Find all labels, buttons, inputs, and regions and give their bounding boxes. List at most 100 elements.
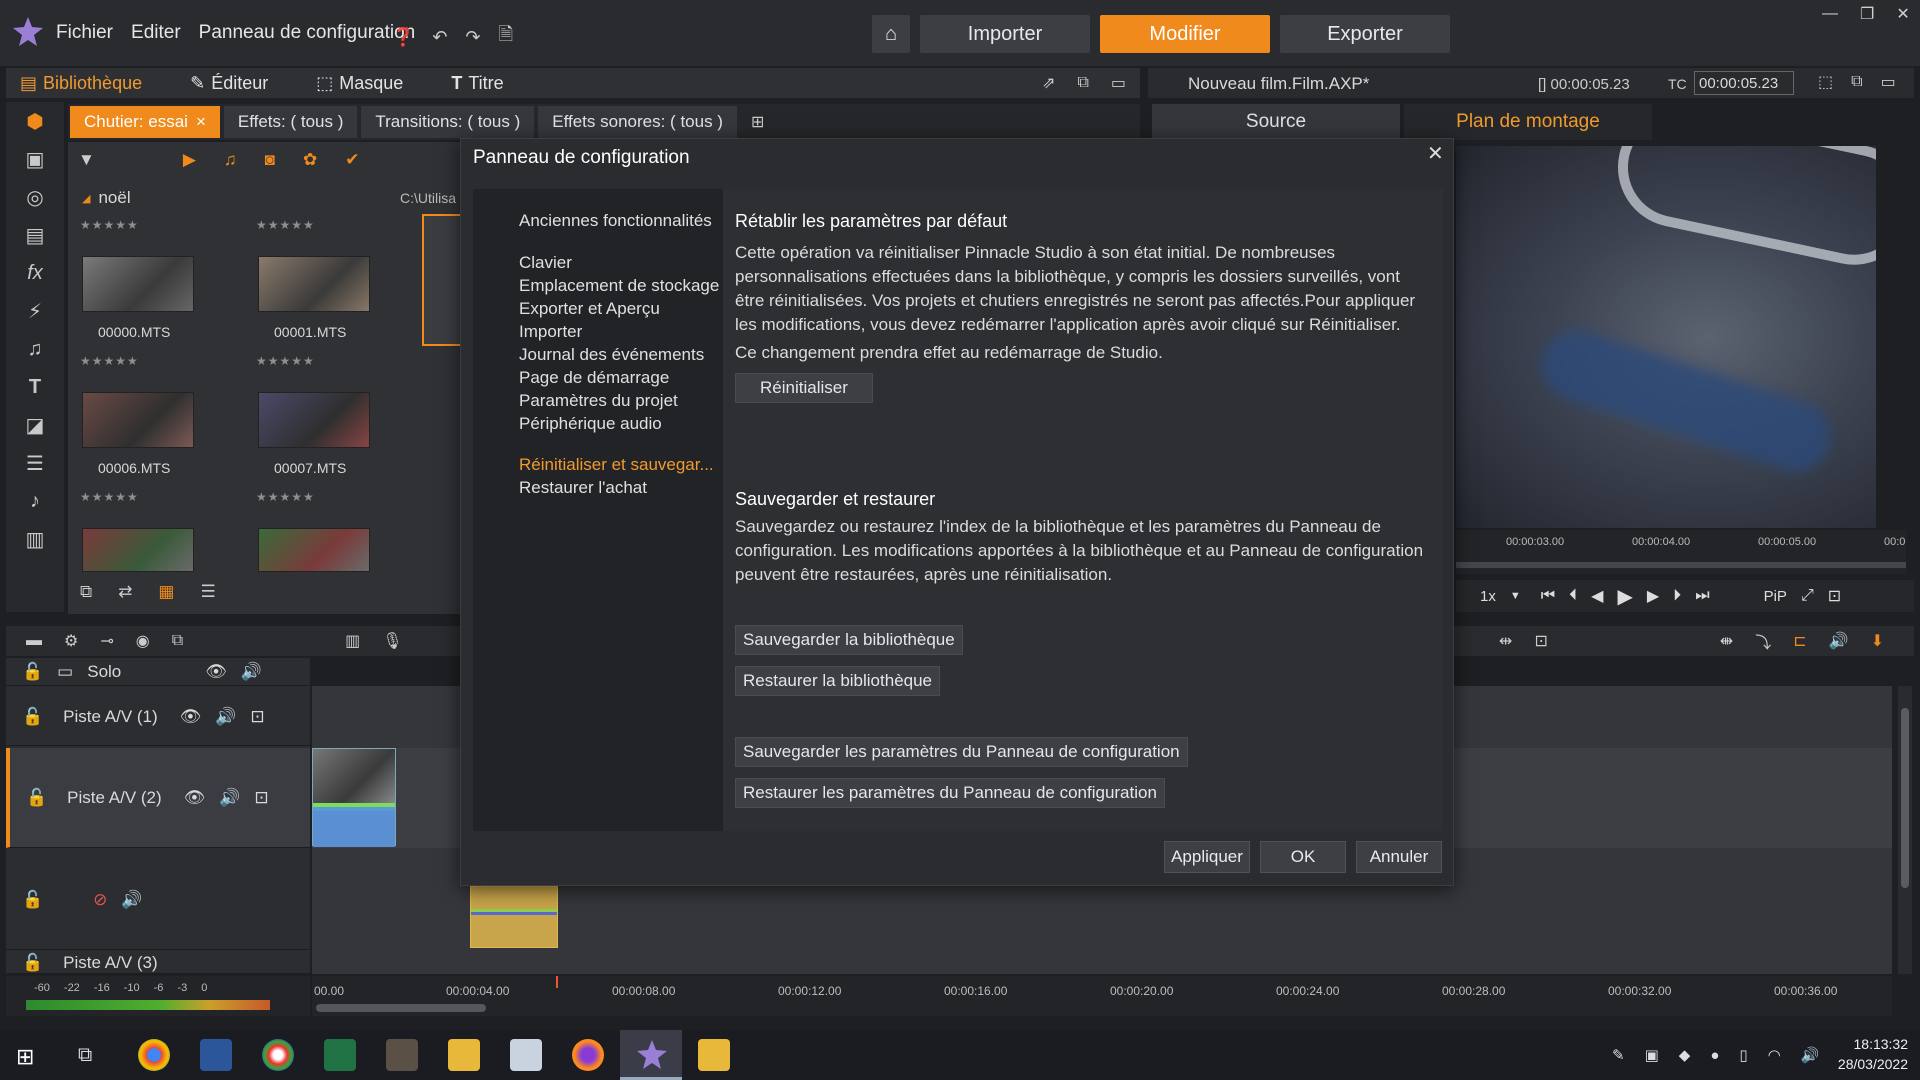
menu-editer[interactable]: Editer: [131, 22, 181, 44]
reset-button[interactable]: Réinitialiser: [735, 373, 873, 403]
timeline-view-icon[interactable]: ▬: [26, 632, 42, 650]
solo-label[interactable]: Solo: [87, 662, 121, 682]
transition-icon[interactable]: ◪: [6, 406, 64, 444]
color-app-icon[interactable]: [262, 1039, 294, 1071]
project-filter-icon[interactable]: ✿: [303, 150, 317, 170]
tray-icon[interactable]: ✎: [1612, 1046, 1625, 1064]
chrome-icon[interactable]: [138, 1039, 170, 1071]
speaker-icon[interactable]: 🔊: [215, 707, 236, 727]
timeline-hscroll[interactable]: [316, 1004, 486, 1012]
word-icon[interactable]: [200, 1039, 232, 1071]
usb-icon[interactable]: ▯: [1739, 1046, 1747, 1064]
play-icon[interactable]: ▶: [1617, 584, 1632, 609]
timeline-clip[interactable]: [312, 748, 396, 847]
timeline-ruler[interactable]: 00.00 00:00:04.00 00:00:08.00 00:00:12.0…: [312, 976, 1892, 1016]
external-view-icon[interactable]: ⬚: [1818, 72, 1833, 92]
nav-parametres-du-projet[interactable]: Paramètres du projet: [519, 391, 678, 411]
fit-icon[interactable]: ⇹: [1499, 631, 1512, 651]
clip-thumbnail[interactable]: [258, 256, 370, 312]
audio-icon[interactable]: ♪: [6, 482, 64, 520]
microphone-icon[interactable]: 🎙: [382, 631, 402, 651]
titles-icon[interactable]: T: [6, 368, 64, 406]
lock-icon[interactable]: 🔓: [22, 662, 43, 682]
track-header[interactable]: 🔓 ⊘ 🔊: [6, 850, 310, 950]
menu-panneau-de-configuration[interactable]: Panneau de configuration: [199, 22, 416, 44]
pinnacle-task-icon[interactable]: [636, 1039, 668, 1071]
clip-rating[interactable]: ★★★★★: [80, 354, 139, 368]
nav-restaurer-achat[interactable]: Restaurer l'achat: [519, 478, 647, 498]
settings-icon[interactable]: ⚙: [64, 631, 78, 651]
fullscreen-icon[interactable]: ▭: [1881, 72, 1896, 92]
eye-icon[interactable]: 👁: [205, 662, 227, 682]
undo-icon[interactable]: ↶: [432, 27, 447, 48]
check-filter-icon[interactable]: ✔: [345, 150, 359, 170]
tab-chutier-essai[interactable]: Chutier: essai ×: [70, 106, 220, 138]
split-icon[interactable]: ⇼: [1720, 631, 1733, 651]
razor-icon[interactable]: ⊸: [100, 631, 113, 651]
list-view-icon[interactable]: ☰: [200, 582, 215, 602]
file-explorer-icon[interactable]: [448, 1039, 480, 1071]
pip-button[interactable]: PiP: [1764, 588, 1787, 605]
eye-icon[interactable]: 👁: [180, 707, 202, 727]
tray-icon[interactable]: ▣: [1645, 1046, 1659, 1064]
speaker-icon[interactable]: 🔊: [241, 662, 262, 682]
excel-icon[interactable]: [324, 1039, 356, 1071]
sync-icon[interactable]: ⇄: [118, 582, 132, 602]
clip-thumbnail[interactable]: [258, 528, 370, 572]
snapshot-icon[interactable]: ⧉: [172, 632, 183, 650]
clip-rating[interactable]: ★★★★★: [80, 218, 139, 232]
eye-icon[interactable]: 👁: [184, 788, 206, 808]
video-filter-icon[interactable]: ▶: [183, 150, 196, 170]
timeline-audio-clip[interactable]: [470, 886, 558, 948]
tab-plan-de-montage[interactable]: Plan de montage: [1404, 104, 1652, 140]
step-back-icon[interactable]: ◀: [1591, 586, 1603, 606]
tab-transitions[interactable]: Transitions: ( tous ): [361, 106, 535, 138]
save-library-button[interactable]: Sauvegarder la bibliothèque: [735, 625, 963, 655]
clip-thumbnail[interactable]: [82, 256, 194, 312]
close-window-icon[interactable]: ✕: [1896, 4, 1909, 24]
music-icon[interactable]: ♫: [6, 330, 64, 368]
folder-add-icon[interactable]: ▼: [78, 150, 95, 170]
go-to-start-icon[interactable]: ⏮: [1541, 587, 1555, 605]
film-icon[interactable]: ▥: [6, 520, 64, 558]
chevron-down-icon[interactable]: ▼: [1510, 590, 1521, 602]
minimize-icon[interactable]: —: [1822, 5, 1838, 23]
crop-icon[interactable]: ⊡: [1828, 586, 1841, 606]
track-name[interactable]: Piste A/V (3): [63, 953, 157, 973]
clip-rating[interactable]: ★★★★★: [256, 490, 315, 504]
home-button[interactable]: ⌂: [872, 15, 910, 53]
nav-exporter-et-apercu[interactable]: Exporter et Aperçu: [519, 299, 660, 319]
nav-anciennes-fonctionnalites[interactable]: Anciennes fonctionnalités: [519, 211, 712, 231]
nav-page-de-demarrage[interactable]: Page de démarrage: [519, 368, 669, 388]
redo-icon[interactable]: ↷: [466, 27, 481, 48]
firefox-icon[interactable]: [572, 1039, 604, 1071]
zoom-icon[interactable]: ⊡: [1534, 631, 1547, 651]
collections-icon[interactable]: ▣: [6, 140, 64, 178]
restore-icon[interactable]: ❐: [1860, 4, 1874, 24]
task-view-icon[interactable]: ⧉: [78, 1044, 92, 1067]
preview-scrubber[interactable]: 00:00:03.00 00:00:04.00 00:00:05.00 00:0: [1456, 530, 1906, 574]
hidden-eye-icon[interactable]: ⊘: [93, 890, 107, 910]
windows-start-icon[interactable]: ⊞: [16, 1044, 34, 1070]
overlay-icon[interactable]: ⊡: [250, 707, 264, 727]
lock-icon[interactable]: 🔓: [22, 953, 43, 973]
selected-clip-thumbnail[interactable]: [422, 214, 462, 346]
nav-clavier[interactable]: Clavier: [519, 253, 572, 273]
timecode-field[interactable]: 00:00:05.23: [1694, 71, 1794, 95]
tray-icon[interactable]: ◆: [1679, 1046, 1691, 1064]
dual-view-icon[interactable]: ⧉: [1851, 73, 1862, 91]
app-icon[interactable]: [386, 1039, 418, 1071]
duplicate-icon[interactable]: ⧉: [1077, 74, 1088, 92]
export-mode-button[interactable]: Exporter: [1280, 15, 1450, 53]
layers-icon[interactable]: ☰: [6, 444, 64, 482]
tab-titre[interactable]: T Titre: [451, 73, 503, 94]
tab-bibliotheque[interactable]: ▤ Bibliothèque: [20, 73, 142, 94]
close-icon[interactable]: ✕: [1427, 141, 1444, 166]
tab-effets-sonores[interactable]: Effets sonores: ( tous ): [538, 106, 737, 138]
nav-journal-des-evenements[interactable]: Journal des événements: [519, 345, 704, 365]
new-tab-icon[interactable]: ⊞: [751, 112, 764, 132]
clip-thumbnail[interactable]: [82, 528, 194, 572]
playhead[interactable]: [556, 976, 558, 988]
nav-importer[interactable]: Importer: [519, 322, 582, 342]
clip-thumbnail[interactable]: [82, 392, 194, 448]
